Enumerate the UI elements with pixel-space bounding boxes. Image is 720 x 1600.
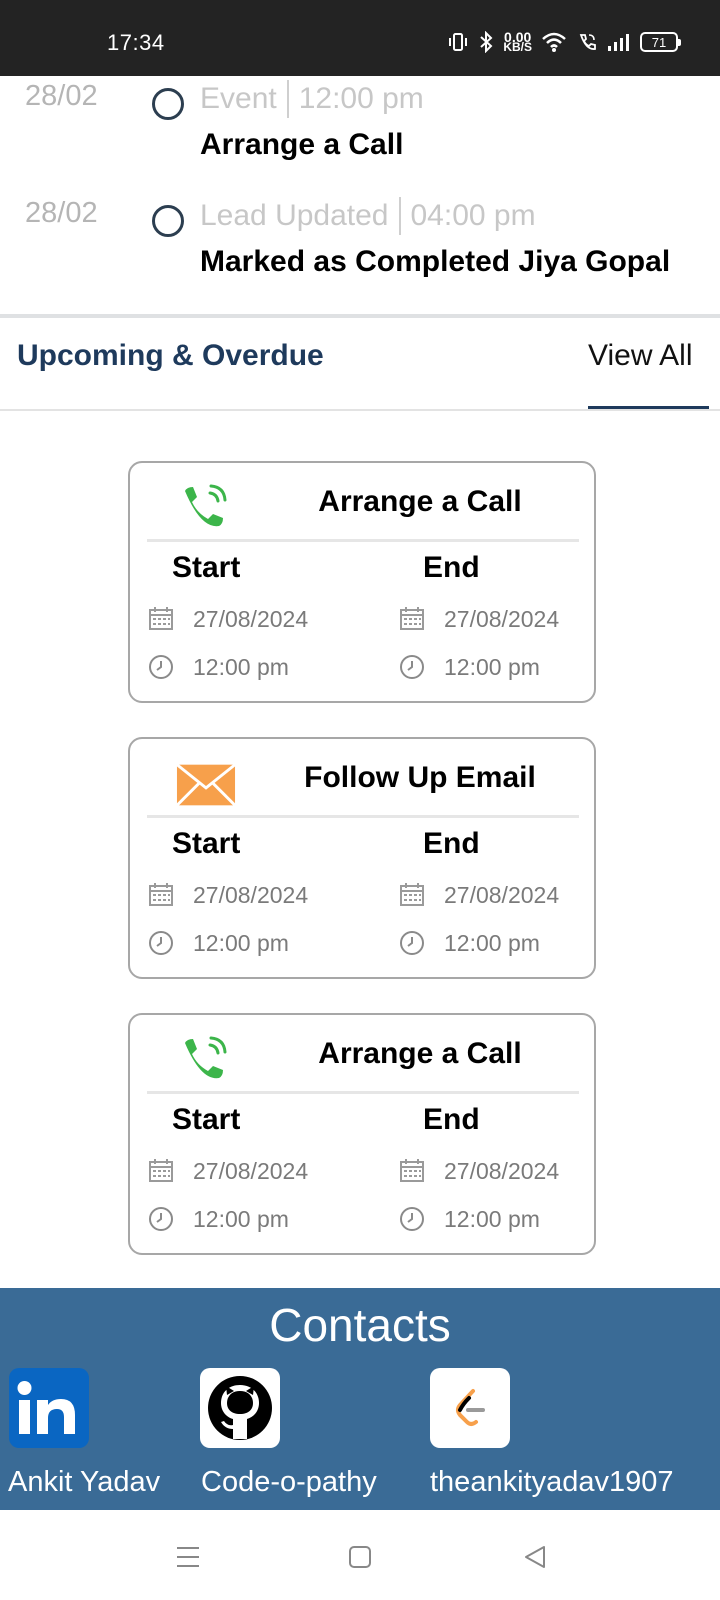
volte-icon — [576, 31, 598, 53]
card-title: Follow Up Email — [304, 761, 536, 794]
timeline-time: 12:00 pm — [298, 82, 424, 115]
timeline-separator — [286, 80, 289, 118]
clock-icon — [398, 929, 426, 957]
timeline-circle-icon — [152, 88, 184, 120]
start-time: 12:00 pm — [147, 653, 289, 681]
battery-icon: 71 — [640, 32, 681, 52]
clock-icon — [147, 929, 175, 957]
navigation-bar — [0, 1510, 720, 1600]
timeline-time: 04:00 pm — [410, 199, 536, 232]
clock-icon — [147, 1205, 175, 1233]
timeline-date: 28/02 — [25, 197, 98, 229]
timeline-meta: Lead Updated 04:00 pm — [200, 197, 536, 235]
linkedin-icon[interactable] — [9, 1368, 89, 1448]
github-icon[interactable] — [200, 1368, 280, 1448]
timeline-item[interactable]: 28/02 Event 12:00 pm Arrange a Call — [0, 80, 720, 190]
end-time-value: 12:00 pm — [444, 929, 540, 956]
view-all-tab[interactable]: View All — [588, 339, 693, 373]
card-title: Arrange a Call — [318, 485, 522, 518]
contacts-section: Contacts Ankit Yadav Code-o-pathy theank… — [0, 1288, 720, 1510]
timeline-separator — [398, 197, 401, 235]
timeline-type: Event — [200, 82, 277, 115]
start-time-value: 12:00 pm — [193, 929, 289, 956]
phone-icon — [176, 481, 236, 537]
back-icon[interactable] — [520, 1542, 550, 1572]
end-label: End — [423, 827, 480, 860]
status-icons: 0.00 KB/S 71 — [447, 28, 681, 56]
end-time: 12:00 pm — [398, 653, 540, 681]
card-divider — [147, 539, 579, 542]
contact-label-leetcode[interactable]: theankityadav1907 — [430, 1466, 673, 1499]
contact-label-github[interactable]: Code-o-pathy — [201, 1466, 377, 1499]
card-title: Arrange a Call — [318, 1037, 522, 1070]
end-date: 27/08/2024 — [398, 1157, 559, 1185]
activity-card[interactable]: Arrange a Call Start End 27/08/2024 27/0… — [128, 461, 596, 703]
start-date: 27/08/2024 — [147, 881, 308, 909]
timeline-date: 28/02 — [25, 80, 98, 112]
signal-icon — [607, 32, 631, 52]
calendar-icon — [147, 881, 175, 909]
section-divider — [0, 314, 720, 318]
home-icon[interactable] — [345, 1542, 375, 1572]
phone-icon — [176, 1033, 236, 1089]
vibrate-icon — [447, 31, 469, 53]
timeline-circle-icon — [152, 205, 184, 237]
timeline-item[interactable]: 28/02 Lead Updated 04:00 pm Marked as Co… — [0, 197, 720, 307]
recent-apps-icon[interactable] — [173, 1542, 203, 1572]
section-title: Upcoming & Overdue — [17, 339, 324, 372]
card-divider — [147, 815, 579, 818]
start-time: 12:00 pm — [147, 929, 289, 957]
timeline-title: Marked as Completed Jiya Gopal — [200, 245, 671, 278]
end-date: 27/08/2024 — [398, 881, 559, 909]
leetcode-icon[interactable] — [430, 1368, 510, 1448]
contacts-title: Contacts — [269, 1299, 451, 1351]
end-time-value: 12:00 pm — [444, 1205, 540, 1232]
start-date-value: 27/08/2024 — [193, 881, 309, 908]
start-date-value: 27/08/2024 — [193, 1157, 309, 1184]
header-divider — [0, 409, 720, 411]
end-date-value: 27/08/2024 — [444, 605, 560, 632]
calendar-icon — [147, 605, 175, 633]
bluetooth-icon — [478, 31, 494, 53]
card-divider — [147, 1091, 579, 1094]
net-speed-unit: KB/S — [503, 40, 532, 54]
calendar-icon — [398, 1157, 426, 1185]
start-date: 27/08/2024 — [147, 1157, 308, 1185]
start-label: Start — [172, 1103, 241, 1136]
calendar-icon — [147, 1157, 175, 1185]
start-label: Start — [172, 827, 241, 860]
end-label: End — [423, 551, 480, 584]
net-speed: 0.00 KB/S — [503, 30, 532, 54]
timeline-type: Lead Updated — [200, 199, 389, 232]
contact-label-linkedin[interactable]: Ankit Yadav — [8, 1466, 160, 1499]
wifi-icon — [541, 31, 567, 53]
end-date-value: 27/08/2024 — [444, 1157, 560, 1184]
start-time-value: 12:00 pm — [193, 653, 289, 680]
start-date: 27/08/2024 — [147, 605, 308, 633]
end-label: End — [423, 1103, 480, 1136]
end-time-value: 12:00 pm — [444, 653, 540, 680]
start-time: 12:00 pm — [147, 1205, 289, 1233]
timeline-meta: Event 12:00 pm — [200, 80, 424, 118]
end-date: 27/08/2024 — [398, 605, 559, 633]
start-label: Start — [172, 551, 241, 584]
calendar-icon — [398, 605, 426, 633]
end-date-value: 27/08/2024 — [444, 881, 560, 908]
status-time: 17:34 — [107, 30, 165, 55]
clock-icon — [398, 653, 426, 681]
end-time: 12:00 pm — [398, 929, 540, 957]
activity-card[interactable]: Arrange a Call Start End 27/08/2024 27/0… — [128, 1013, 596, 1255]
status-bar: 17:34 0.00 KB/S 71 — [0, 0, 720, 76]
calendar-icon — [398, 881, 426, 909]
activity-card[interactable]: Follow Up Email Start End 27/08/2024 27/… — [128, 737, 596, 979]
start-date-value: 27/08/2024 — [193, 605, 309, 632]
start-time-value: 12:00 pm — [193, 1205, 289, 1232]
timeline-title: Arrange a Call — [200, 128, 404, 161]
end-time: 12:00 pm — [398, 1205, 540, 1233]
clock-icon — [147, 653, 175, 681]
email-icon — [176, 757, 236, 813]
clock-icon — [398, 1205, 426, 1233]
